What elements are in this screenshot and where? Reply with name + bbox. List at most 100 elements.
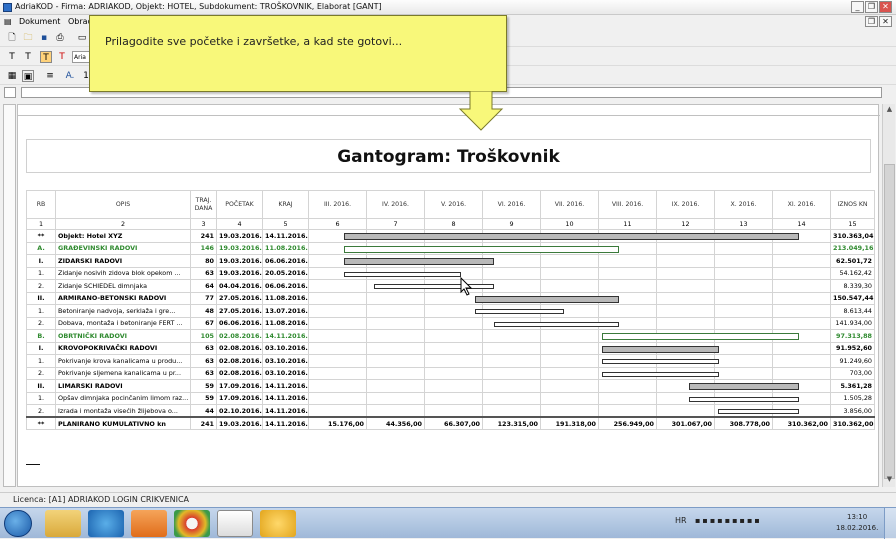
cell-month-empty [714, 366, 773, 380]
doc-close-button[interactable]: ✕ [879, 16, 892, 27]
paint-icon[interactable]: ▦ [6, 70, 18, 82]
gantt-bar[interactable] [601, 359, 720, 365]
border-icon[interactable]: ▣ [22, 70, 34, 82]
cell-opis: Dobava, montaža i betoniranje FERT ... [55, 316, 191, 330]
cell-opis: OBRTNIČKI RADOVI [55, 329, 191, 343]
cell-month-empty [772, 241, 831, 255]
cell-month-empty [540, 354, 599, 368]
gantt-bar[interactable] [717, 409, 800, 415]
report-page: Gantogram: Troškovnik RB OPIS TRAJ. DANA PO… [17, 104, 880, 487]
cell-month-empty [366, 341, 425, 355]
cell-month-empty [598, 391, 657, 405]
column-number: 3 [190, 218, 217, 230]
text-color-button[interactable]: T [56, 51, 68, 63]
app-icon-6[interactable] [260, 510, 296, 537]
gantt-bar[interactable] [343, 271, 462, 277]
cell-kraj: 14.11.2016. [262, 229, 309, 243]
gantt-bar[interactable] [689, 396, 800, 402]
clock-time[interactable]: 13:10 [847, 513, 867, 521]
doc-menu-icon[interactable]: ▤ [4, 17, 12, 26]
cell-kraj: 14.11.2016. [262, 379, 309, 393]
text-style-1-button[interactable]: T [6, 51, 18, 63]
text-style-2-button[interactable]: T [22, 51, 34, 63]
font-size-button[interactable]: A. [64, 70, 76, 82]
gantt-bar[interactable] [343, 233, 800, 241]
cell-rb: ** [26, 229, 56, 243]
language-indicator[interactable]: HR [675, 516, 687, 525]
clock-date[interactable]: 18.02.2016. [836, 524, 878, 532]
cell-month-empty [308, 279, 367, 293]
header-rb: RB [26, 190, 56, 219]
cell-pocetak: 27.05.2016. [216, 291, 263, 305]
cell-rb: A. [26, 241, 56, 255]
preview-icon[interactable]: ▭ [76, 32, 88, 44]
table-row[interactable]: I. KROVOPOKRIVAČKI RADOVI 63 02.08.2016. 03.… [26, 341, 875, 355]
cell-traj: 48 [190, 304, 217, 318]
total-traj: 241 [190, 416, 217, 430]
cell-opis: Pokrivanje sljemena kanalicama u pr... [55, 366, 191, 380]
restore-button[interactable]: ❐ [865, 1, 878, 13]
gantt-bar[interactable] [374, 284, 494, 290]
cell-rb: 1. [26, 304, 56, 318]
close-button[interactable]: ✕ [879, 1, 892, 13]
menu-dokument[interactable]: Dokument [19, 17, 60, 26]
scroll-down-icon[interactable]: ▼ [884, 475, 895, 486]
header-month: V. 2016. [424, 190, 483, 219]
cell-month-empty [656, 241, 715, 255]
cell-month-empty [308, 329, 367, 343]
gantt-bar[interactable] [689, 383, 800, 391]
gantt-bar[interactable] [343, 258, 494, 266]
cell-opis: ARMIRANO-BETONSKI RADOVI [55, 291, 191, 305]
tray-icons[interactable]: ▪▪▪▪▪▪▪▪▪ [695, 516, 762, 525]
cell-traj: 80 [190, 254, 217, 268]
scroll-up-icon[interactable]: ▲ [884, 105, 895, 116]
gantt-bar[interactable] [601, 345, 720, 353]
gantt-bar[interactable] [493, 321, 619, 327]
print-icon[interactable]: ⎙ [54, 32, 66, 44]
new-file-icon[interactable]: 🗋 [6, 32, 18, 44]
table-row[interactable]: II. ARMIRANO-BETONSKI RADOVI 77 27.05.2016.… [26, 291, 875, 305]
total-iznos: 310.362,00 [830, 416, 875, 430]
cell-month-empty [308, 379, 367, 393]
explorer-icon[interactable] [45, 510, 81, 537]
cell-pocetak: 02.10.2016. [216, 404, 263, 418]
table-row[interactable]: 1. Betoniranje nadvoja, serklaža i gre...… [26, 304, 875, 318]
save-icon[interactable]: ▪ [38, 32, 50, 44]
gantt-bar[interactable] [343, 245, 619, 253]
open-folder-icon[interactable]: 🗀 [22, 32, 34, 44]
align-icon[interactable]: ≡ [44, 70, 56, 82]
scroll-thumb[interactable] [884, 164, 895, 479]
cell-month-empty [482, 379, 541, 393]
cell-opis: ZIDARSKI RADOVI [55, 254, 191, 268]
cell-month-empty [308, 354, 367, 368]
gantt-bar[interactable] [474, 295, 619, 303]
text-style-3-button[interactable]: T [40, 51, 52, 63]
column-number: 14 [772, 218, 831, 230]
cell-pocetak: 19.03.2016. [216, 229, 263, 243]
cell-month-empty [308, 404, 367, 418]
show-desktop-button[interactable] [884, 508, 896, 539]
cell-month-empty [424, 379, 483, 393]
cell-month-empty [482, 266, 541, 280]
media-player-icon[interactable] [131, 510, 167, 537]
chrome-icon[interactable] [174, 510, 210, 537]
header-opis: OPIS [55, 190, 191, 219]
gantt-bar[interactable] [474, 309, 564, 315]
adriakod-app-icon[interactable] [217, 510, 253, 537]
gantt-bar[interactable] [601, 371, 720, 377]
total-kraj: 14.11.2016. [262, 416, 309, 430]
header-month: IV. 2016. [366, 190, 425, 219]
cell-month-empty [540, 341, 599, 355]
gantt-bar[interactable] [601, 333, 800, 341]
filter-toggle[interactable] [4, 87, 16, 98]
total-row[interactable]: ** PLANIRANO KUMULATIVNO kn 241 19.03.2016.… [26, 416, 875, 430]
table-row[interactable]: 1. Pokrivanje krova kanalicama u produ...… [26, 354, 875, 368]
table-row[interactable]: 2. Dobava, montaža i betoniranje FERT ...… [26, 316, 875, 330]
vertical-scrollbar[interactable]: ▲ ▼ [882, 104, 895, 487]
doc-restore-button[interactable]: ❐ [865, 16, 878, 27]
internet-explorer-icon[interactable] [88, 510, 124, 537]
table-row[interactable]: 2. Pokrivanje sljemena kanalicama u pr...… [26, 366, 875, 380]
start-button[interactable] [4, 510, 32, 537]
minimize-button[interactable]: _ [851, 1, 864, 13]
cell-kraj: 06.06.2016. [262, 279, 309, 293]
